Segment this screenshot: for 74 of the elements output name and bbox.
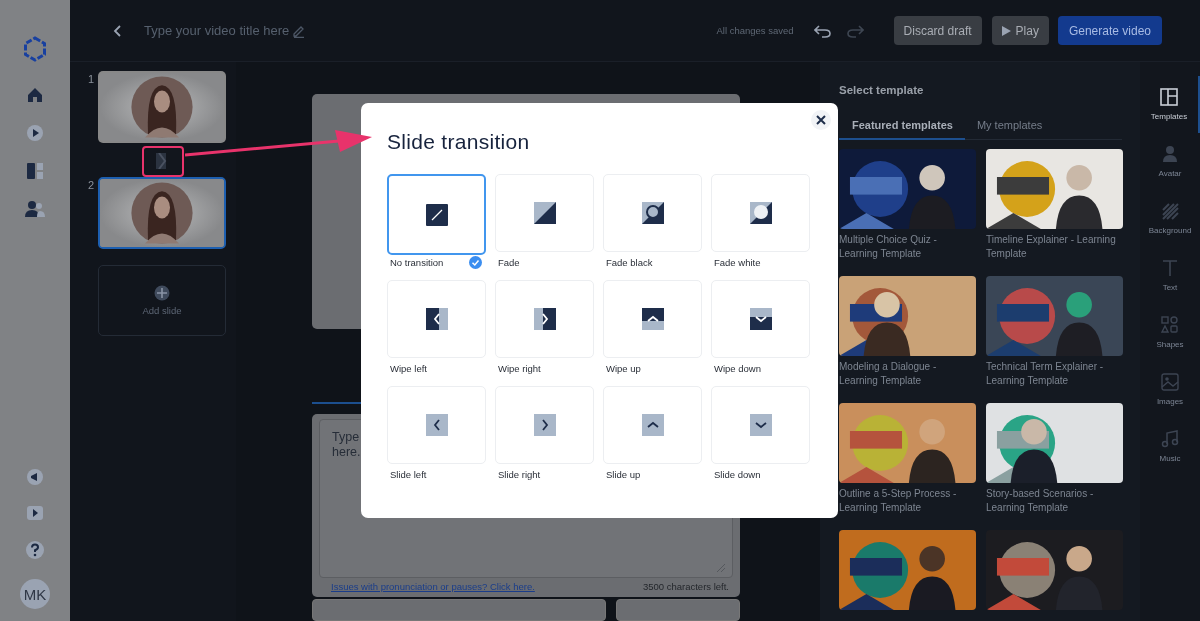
dialog-title: Slide transition xyxy=(387,130,531,154)
slide-number: 1 xyxy=(86,73,95,85)
side-tool-button[interactable]: Music xyxy=(1140,418,1200,475)
close-icon xyxy=(816,115,826,125)
video-icon[interactable] xyxy=(26,505,44,521)
no-transition-icon xyxy=(425,203,448,226)
layout-icon[interactable] xyxy=(26,162,44,180)
transition-option[interactable] xyxy=(387,174,486,255)
option-label: Slide right xyxy=(498,469,541,480)
shapes-icon xyxy=(1161,316,1179,334)
option-label: Fade xyxy=(498,257,520,268)
user-avatar[interactable]: MK xyxy=(20,579,50,609)
slide-right-icon xyxy=(533,414,556,436)
template-tab[interactable]: My templates xyxy=(964,119,1055,139)
option-label: Slide up xyxy=(606,469,641,480)
template-name[interactable]: Story-based Scenarios - Learning Template xyxy=(986,487,1123,515)
option-label: Wipe left xyxy=(390,363,427,374)
fade-ring-icon xyxy=(641,202,664,224)
option-label: Fade white xyxy=(714,257,761,268)
slide-number: 2 xyxy=(86,179,95,191)
template-name[interactable]: Modeling a Dialogue - Learning Template xyxy=(839,360,976,388)
voice-field[interactable] xyxy=(312,599,607,621)
generate-button[interactable]: Generate video xyxy=(1057,16,1162,45)
option-label: Fade black xyxy=(606,257,653,268)
panel-title: Select template xyxy=(839,84,925,96)
help-icon[interactable] xyxy=(25,540,45,560)
character-counter: 3500 characters left. xyxy=(642,581,729,592)
template-name[interactable]: Outline a 5-Step Process - Learning Template xyxy=(839,487,976,515)
close-button[interactable] xyxy=(811,110,831,130)
option-label: Wipe down xyxy=(714,363,761,374)
option-field[interactable] xyxy=(616,599,740,621)
fade-disc-icon xyxy=(749,202,772,224)
template-name[interactable]: Multiple Choice Quiz - Learning Template xyxy=(839,233,976,261)
play-button[interactable]: Play xyxy=(991,16,1049,45)
highlight-frame xyxy=(142,146,184,177)
slide-down-icon xyxy=(749,414,772,436)
add-slide-button[interactable]: Add slide xyxy=(98,265,226,336)
option-label: No transition xyxy=(390,257,444,268)
users-icon[interactable] xyxy=(25,200,45,218)
undo-icon[interactable] xyxy=(813,23,832,38)
wipe-right-icon xyxy=(533,308,556,330)
play-icon xyxy=(1001,25,1011,36)
layout-icon xyxy=(1160,88,1178,106)
option-label: Slide left xyxy=(390,469,427,480)
side-tool-button[interactable]: Shapes xyxy=(1140,304,1200,361)
music-icon xyxy=(1161,430,1179,448)
title-field[interactable]: Type your video title here xyxy=(144,23,292,38)
play-circle-icon[interactable] xyxy=(26,124,44,142)
wipe-up-icon xyxy=(641,308,664,330)
option-label: Slide down xyxy=(714,469,761,480)
save-status: All changes saved xyxy=(716,25,794,36)
image-icon xyxy=(1161,373,1179,391)
side-tool-button[interactable]: Avatar xyxy=(1140,133,1200,190)
side-tool-button[interactable]: Text xyxy=(1140,247,1200,304)
wipe-down-icon xyxy=(749,308,772,330)
fade-icon xyxy=(533,202,556,224)
text-icon xyxy=(1161,259,1179,277)
template-name[interactable]: Timeline Explainer - Learning Template xyxy=(986,233,1123,261)
stripes-icon xyxy=(1161,202,1179,220)
check-icon xyxy=(469,256,482,269)
wipe-left-icon xyxy=(425,308,448,330)
plus-icon xyxy=(154,285,170,301)
side-tool-button[interactable]: Images xyxy=(1140,361,1200,418)
slide-up-icon xyxy=(641,414,664,436)
side-tool-button[interactable]: Background xyxy=(1140,190,1200,247)
option-label: Wipe up xyxy=(606,363,641,374)
template-tab[interactable]: Featured templates xyxy=(839,119,965,140)
back-icon[interactable] xyxy=(113,24,123,37)
person-icon xyxy=(1161,145,1179,163)
home-icon[interactable] xyxy=(26,86,44,104)
discard-button[interactable]: Discard draft xyxy=(893,16,982,45)
slide-left-icon xyxy=(425,414,448,436)
template-name[interactable]: Technical Term Explainer - Learning Template xyxy=(986,360,1123,388)
option-label: Wipe right xyxy=(498,363,541,374)
